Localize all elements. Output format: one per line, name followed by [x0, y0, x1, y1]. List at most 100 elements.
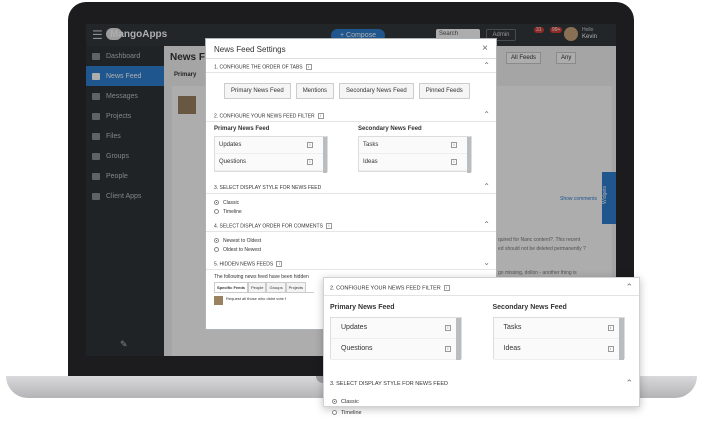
secondary-filter: Secondary News Feed Tasks i Ideas i — [358, 126, 488, 176]
info-icon[interactable]: i — [451, 159, 457, 165]
tab-specific-feeds[interactable]: Specific Feeds — [214, 282, 249, 292]
radio-button[interactable] — [214, 247, 219, 252]
radio-label: Newest to Oldest — [223, 237, 262, 244]
filter-item[interactable]: Ideas i — [493, 339, 624, 360]
radio-button[interactable] — [214, 209, 219, 214]
info-icon[interactable]: i — [307, 159, 313, 165]
order-item[interactable]: Mentions — [295, 82, 335, 99]
info-icon[interactable]: i — [607, 325, 614, 331]
dialog-title: News Feed Settings — [214, 45, 286, 54]
section-comments[interactable]: 4. SELECT DISPLAY ORDER FOR COMMENTS i ⌃ — [206, 218, 496, 232]
filter-item[interactable]: Updates i — [215, 137, 327, 154]
info-icon[interactable]: i — [325, 223, 332, 229]
order-item[interactable]: Pinned Feeds — [418, 82, 470, 99]
avatar — [214, 296, 223, 305]
radio-button[interactable] — [332, 410, 337, 415]
primary-filter: Primary News Feed Updates i Questions i — [214, 126, 344, 176]
scrollbar[interactable] — [456, 318, 461, 360]
section-filter[interactable]: 2. CONFIGURE YOUR NEWS FEED FILTER i ⌃ — [206, 108, 496, 122]
info-icon[interactable]: i — [607, 346, 614, 352]
radio-button[interactable] — [332, 399, 337, 404]
filter-item-label: Tasks — [363, 142, 379, 148]
order-item[interactable]: Primary News Feed — [224, 82, 291, 99]
radio-button[interactable] — [214, 238, 219, 243]
filter-item[interactable]: Questions i — [331, 339, 461, 360]
info-icon[interactable]: i — [276, 261, 283, 267]
filter-item[interactable]: Tasks i — [493, 318, 624, 339]
filter-item-label: Ideas — [503, 345, 521, 352]
hidden-feeds-tabs: Specific Feeds People Groups Projects — [214, 282, 314, 293]
info-icon[interactable]: i — [445, 325, 451, 331]
chevron-up-icon[interactable]: ⌃ — [483, 220, 490, 229]
primary-filter: Primary News Feed Updates i Questions i — [330, 304, 471, 378]
filter-item-label: Ideas — [363, 159, 378, 165]
section-filter[interactable]: 2. CONFIGURE YOUR NEWS FEED FILTER i ⌃ — [324, 278, 639, 296]
section-display[interactable]: 3. SELECT DISPLAY STYLE FOR NEWS FEED ⌃ — [206, 180, 496, 194]
filter-item[interactable]: Tasks i — [359, 137, 471, 154]
display-style-options: Classic Timeline — [324, 392, 639, 422]
info-icon[interactable]: i — [317, 113, 324, 119]
chevron-up-icon[interactable]: ⌃ — [483, 110, 490, 119]
filter-list: Updates i Questions i — [214, 136, 328, 173]
column-title: Secondary News Feed — [492, 304, 567, 311]
filter-list: Tasks i Ideas i — [492, 317, 625, 360]
filter-columns: Primary News Feed Updates i Questions i Se… — [324, 296, 639, 378]
section-order[interactable]: 1. CONFIGURE THE ORDER OF TABS i ⌃ — [206, 59, 496, 73]
radio-classic[interactable]: Classic — [214, 198, 488, 207]
chevron-up-icon[interactable]: ⌃ — [625, 378, 633, 389]
info-icon[interactable]: i — [445, 346, 451, 352]
radio-label: Oldest to Newest — [223, 246, 262, 253]
chevron-up-icon[interactable]: ⌃ — [483, 182, 490, 191]
section-title: 3. SELECT DISPLAY STYLE FOR NEWS FEED — [330, 381, 448, 387]
tab-people[interactable]: People — [248, 282, 267, 292]
filter-item[interactable]: Questions i — [215, 154, 327, 171]
info-icon[interactable]: i — [443, 285, 450, 291]
radio-classic[interactable]: Classic — [332, 396, 631, 407]
section-title: 2. CONFIGURE YOUR NEWS FEED FILTER — [330, 285, 441, 292]
filter-item-label: Questions — [219, 159, 247, 165]
radio-newest[interactable]: Newest to Oldest — [214, 236, 488, 245]
filter-item-label: Updates — [219, 142, 242, 148]
display-style-options: Classic Timeline — [206, 194, 496, 218]
radio-timeline[interactable]: Timeline — [214, 207, 488, 216]
section-title: 5. HIDDEN NEWS FEEDS — [214, 261, 274, 268]
section-hidden[interactable]: 5. HIDDEN NEWS FEEDS i ⌄ — [206, 256, 496, 270]
secondary-filter: Secondary News Feed Tasks i Ideas i — [492, 304, 634, 378]
close-icon[interactable]: × — [482, 43, 488, 54]
section-title: 3. SELECT DISPLAY STYLE FOR NEWS FEED — [214, 185, 322, 191]
column-title: Primary News Feed — [330, 304, 395, 311]
scrollbar[interactable] — [467, 137, 471, 173]
scrollbar[interactable] — [618, 318, 624, 360]
tab-groups[interactable]: Groups — [266, 282, 286, 292]
chevron-down-icon[interactable]: ⌄ — [483, 258, 490, 267]
info-icon[interactable]: i — [305, 64, 312, 70]
info-icon[interactable]: i — [307, 142, 313, 148]
tab-order-list: Primary News Feed Mentions Secondary New… — [206, 73, 496, 108]
scrollbar[interactable] — [323, 137, 327, 173]
section-display[interactable]: 3. SELECT DISPLAY STYLE FOR NEWS FEED ⌃ — [324, 378, 639, 392]
zoomed-filter-callout: 2. CONFIGURE YOUR NEWS FEED FILTER i ⌃ Pri… — [323, 277, 640, 416]
chevron-up-icon[interactable]: ⌃ — [483, 61, 490, 70]
filter-item[interactable]: Updates i — [331, 318, 461, 339]
column-title: Primary News Feed — [214, 126, 270, 132]
tab-projects[interactable]: Projects — [285, 282, 307, 292]
filter-item-label: Tasks — [503, 324, 522, 331]
info-icon[interactable]: i — [451, 142, 457, 148]
filter-columns: Primary News Feed Updates i Questions i Se… — [206, 122, 496, 180]
radio-label: Classic — [341, 398, 359, 405]
radio-label: Classic — [223, 199, 240, 206]
filter-item-label: Questions — [341, 345, 373, 352]
filter-item[interactable]: Ideas i — [359, 154, 471, 171]
dialog-header: News Feed Settings × — [206, 39, 496, 59]
comment-order-options: Newest to Oldest Oldest to Newest — [206, 232, 496, 256]
section-title: 4. SELECT DISPLAY ORDER FOR COMMENTS — [214, 223, 323, 230]
hidden-feed-text: Request all those who didnt vote f — [226, 296, 287, 301]
radio-button[interactable] — [214, 200, 219, 205]
radio-timeline[interactable]: Timeline — [332, 407, 631, 418]
radio-oldest[interactable]: Oldest to Newest — [214, 245, 488, 254]
order-item[interactable]: Secondary News Feed — [339, 82, 414, 99]
filter-list: Tasks i Ideas i — [358, 136, 472, 173]
section-title: 1. CONFIGURE THE ORDER OF TABS — [214, 64, 303, 71]
chevron-up-icon[interactable]: ⌃ — [625, 282, 633, 293]
filter-item-label: Updates — [341, 324, 368, 331]
